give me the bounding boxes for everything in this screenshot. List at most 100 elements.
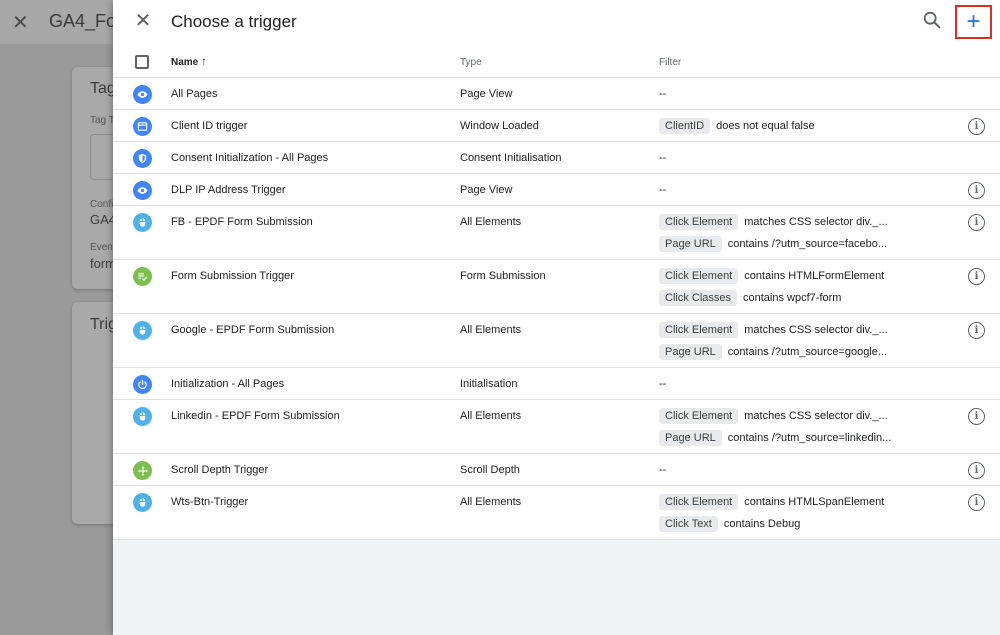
column-header-name[interactable]: Name: [171, 57, 198, 68]
add-trigger-button[interactable]: +: [955, 5, 992, 39]
column-header-filter: Filter: [659, 57, 682, 68]
filter-variable-chip: Page URL: [659, 344, 722, 360]
trigger-row[interactable]: DLP IP Address Trigger Page View -- i: [113, 174, 1000, 206]
info-button[interactable]: i: [968, 182, 985, 199]
trigger-row[interactable]: Google - EPDF Form Submission All Element…: [113, 314, 1000, 368]
search-icon: [923, 11, 941, 29]
filter-variable-chip: Click Element: [659, 322, 739, 338]
trigger-name: Wts-Btn-Trigger: [171, 496, 249, 508]
trigger-name: FB - EPDF Form Submission: [171, 216, 313, 228]
trigger-type: Window Loaded: [460, 120, 539, 132]
plus-icon: +: [966, 8, 981, 35]
select-all-checkbox[interactable]: [135, 55, 149, 69]
filter-variable-chip: Click Classes: [659, 290, 738, 306]
close-button[interactable]: ✕: [131, 9, 155, 33]
info-icon: i: [974, 496, 979, 508]
filter-condition: contains Debug: [723, 518, 801, 530]
trigger-filters: Click Element matches CSS selector div._.…: [659, 211, 888, 255]
filter-condition: contains /?utm_source=google...: [727, 346, 888, 358]
trigger-filters: --: [659, 147, 666, 169]
background-tag-title: GA4_For: [49, 11, 123, 31]
filter-variable-chip: ClientID: [659, 118, 711, 134]
filter-line: --: [659, 83, 666, 105]
trigger-row[interactable]: Initialization - All Pages Initialisation…: [113, 368, 1000, 400]
trigger-type: All Elements: [460, 410, 522, 422]
trigger-filters: Click Element contains HTMLSpanElement Cli…: [659, 491, 884, 535]
eye-icon: [133, 181, 152, 200]
trigger-filters: Click Element contains HTMLFormElement Cli…: [659, 265, 884, 309]
trigger-name: Client ID trigger: [171, 120, 248, 132]
trigger-filters: --: [659, 83, 666, 105]
background-card-title: Tag: [90, 80, 116, 97]
filter-condition: does not equal false: [716, 120, 815, 132]
info-icon: i: [974, 324, 979, 336]
filter-line: Click Element contains HTMLSpanElement: [659, 491, 884, 513]
trigger-row[interactable]: Consent Initialization - All Pages Consen…: [113, 142, 1000, 174]
no-filter-dash: --: [659, 464, 667, 476]
info-button[interactable]: i: [968, 118, 985, 135]
trigger-filters: --: [659, 459, 666, 481]
choose-trigger-panel: ✕ Choose a trigger + Name ↑ Type Filter …: [113, 0, 1000, 635]
trigger-table: Name ↑ Type Filter All Pages Page View -- C…: [113, 44, 1000, 540]
trigger-row[interactable]: Form Submission Trigger Form Submission Cl…: [113, 260, 1000, 314]
no-filter-dash: --: [659, 184, 667, 196]
filter-line: Click Element contains HTMLFormElement: [659, 265, 884, 287]
panel-title: Choose a trigger: [171, 12, 297, 31]
close-icon: ✕: [134, 10, 152, 32]
search-button[interactable]: [921, 9, 943, 31]
filter-line: Click Classes contains wpcf7-form: [659, 287, 884, 309]
info-icon: i: [974, 464, 979, 476]
trigger-name: Scroll Depth Trigger: [171, 464, 269, 476]
filter-line: --: [659, 459, 666, 481]
trigger-list: All Pages Page View -- Client ID trigger Win…: [113, 78, 1000, 540]
filter-line: --: [659, 147, 666, 169]
trigger-type: Initialisation: [460, 378, 518, 390]
info-icon: i: [974, 270, 979, 282]
info-icon: i: [974, 410, 979, 422]
trigger-row[interactable]: Wts-Btn-Trigger All Elements Click Element…: [113, 486, 1000, 540]
trigger-row[interactable]: Scroll Depth Trigger Scroll Depth -- i: [113, 454, 1000, 486]
no-filter-dash: --: [659, 152, 667, 164]
trigger-name: DLP IP Address Trigger: [171, 184, 286, 196]
trigger-name: Consent Initialization - All Pages: [171, 152, 329, 164]
trigger-row[interactable]: FB - EPDF Form Submission All Elements Cli…: [113, 206, 1000, 260]
info-button[interactable]: i: [968, 408, 985, 425]
filter-condition: contains HTMLSpanElement: [744, 496, 885, 508]
trigger-type: All Elements: [460, 324, 522, 336]
no-filter-dash: --: [659, 378, 667, 390]
mouse-icon: [133, 321, 152, 340]
trigger-filters: ClientID does not equal false: [659, 115, 815, 137]
trigger-type: Page View: [460, 184, 513, 196]
sort-ascending-icon[interactable]: ↑: [201, 54, 207, 68]
info-button[interactable]: i: [968, 494, 985, 511]
filter-variable-chip: Click Element: [659, 494, 739, 510]
move-arrows-icon: [133, 461, 152, 480]
info-button[interactable]: i: [968, 214, 985, 231]
trigger-name: Form Submission Trigger: [171, 270, 294, 282]
info-button[interactable]: i: [968, 268, 985, 285]
trigger-row[interactable]: Linkedin - EPDF Form Submission All Eleme…: [113, 400, 1000, 454]
info-icon: i: [974, 216, 979, 228]
window-icon: [133, 117, 152, 136]
form-check-icon: [133, 267, 152, 286]
table-header: Name ↑ Type Filter: [113, 44, 1000, 78]
mouse-icon: [133, 407, 152, 426]
trigger-type: Scroll Depth: [460, 464, 520, 476]
filter-condition: contains wpcf7-form: [743, 292, 842, 304]
filter-condition: matches CSS selector div._...: [744, 410, 888, 422]
filter-variable-chip: Click Element: [659, 408, 739, 424]
info-icon: i: [974, 120, 979, 132]
filter-line: Click Element matches CSS selector div._.…: [659, 405, 891, 427]
power-icon: [133, 375, 152, 394]
background-card-label: Confi: [90, 199, 114, 210]
trigger-row[interactable]: All Pages Page View --: [113, 78, 1000, 110]
info-button[interactable]: i: [968, 462, 985, 479]
info-button[interactable]: i: [968, 322, 985, 339]
filter-line: Page URL contains /?utm_source=linkedin..…: [659, 427, 891, 449]
filter-variable-chip: Page URL: [659, 430, 722, 446]
trigger-type: All Elements: [460, 216, 522, 228]
filter-line: ClientID does not equal false: [659, 115, 815, 137]
filter-condition: contains /?utm_source=linkedin...: [727, 432, 892, 444]
filter-line: --: [659, 373, 666, 395]
trigger-row[interactable]: Client ID trigger Window Loaded ClientID do…: [113, 110, 1000, 142]
